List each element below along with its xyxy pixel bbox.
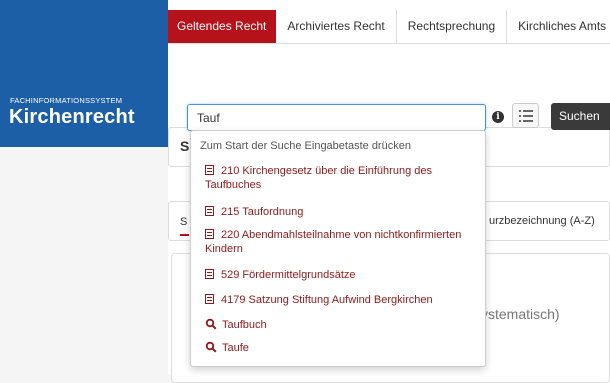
suggestion-document[interactable]: 220 Abendmahlsteilnahme von nichtkonfirm…: [205, 228, 475, 256]
document-icon: [205, 206, 214, 216]
tab-geltendes-recht[interactable]: Geltendes Recht: [168, 10, 277, 43]
suggestion-label: 215 Taufordnung: [221, 206, 304, 218]
suggestion-search-term[interactable]: Taufe: [205, 341, 475, 355]
suggestion-label: 4179 Satzung Stiftung Aufwind Bergkirche…: [221, 294, 433, 306]
active-sort-underline: [180, 234, 189, 236]
suggestion-document[interactable]: 210 Kirchengesetz über die Einführung de…: [205, 164, 475, 192]
content-card-text: ystematisch): [481, 306, 560, 322]
list-view-button[interactable]: [512, 103, 539, 128]
suggestion-label: 529 Fördermittelgrundsätze: [221, 269, 356, 281]
search-button[interactable]: Suchen: [551, 103, 610, 130]
tab-rechtsprechung[interactable]: Rechtsprechung: [396, 10, 508, 43]
dropdown-hint: Zum Start der Suche Eingabetaste drücken: [200, 140, 411, 152]
search-icon: [205, 318, 217, 330]
sort-tab-first-initial[interactable]: S: [180, 216, 187, 228]
suggestion-label: 220 Abendmahlsteilnahme von nichtkonfirm…: [205, 229, 462, 255]
tab-kirchliches-amtsblatt[interactable]: Kirchliches Amts: [507, 10, 610, 43]
section-card-initial: S: [180, 138, 190, 154]
tab-archiviertes-recht[interactable]: Archiviertes Recht: [276, 10, 397, 43]
document-icon: [205, 229, 214, 239]
brand-title: Kirchenrecht: [9, 106, 135, 128]
autocomplete-dropdown: Zum Start der Suche Eingabetaste drücken…: [190, 130, 486, 367]
suggestion-label: Taufbuch: [222, 319, 267, 331]
search-input[interactable]: [187, 104, 486, 131]
brand-subtitle: FACHINFORMATIONSSYSTEM: [10, 96, 123, 105]
suggestion-document[interactable]: 529 Fördermittelgrundsätze: [205, 268, 475, 282]
document-icon: [205, 165, 214, 175]
search-icon: [205, 341, 217, 353]
suggestion-label: Taufe: [222, 342, 249, 354]
suggestion-search-term[interactable]: Taufbuch: [205, 318, 475, 332]
list-icon: [519, 110, 533, 122]
suggestion-document[interactable]: 215 Taufordnung: [205, 205, 475, 219]
brand-panel[interactable]: FACHINFORMATIONSSYSTEM Kirchenrecht: [0, 0, 168, 147]
document-icon: [205, 269, 214, 279]
sort-tab-kurzbezeichnung[interactable]: urzbezeichnung (A-Z): [489, 215, 595, 227]
suggestion-document[interactable]: 4179 Satzung Stiftung Aufwind Bergkirche…: [205, 293, 475, 307]
info-icon[interactable]: i: [492, 111, 504, 123]
document-icon: [205, 294, 214, 304]
main-content: Geltendes Recht Archiviertes Recht Recht…: [168, 0, 610, 383]
tab-bar: Geltendes Recht Archiviertes Recht Recht…: [168, 10, 610, 44]
suggestion-label: 210 Kirchengesetz über die Einführung de…: [205, 165, 432, 191]
